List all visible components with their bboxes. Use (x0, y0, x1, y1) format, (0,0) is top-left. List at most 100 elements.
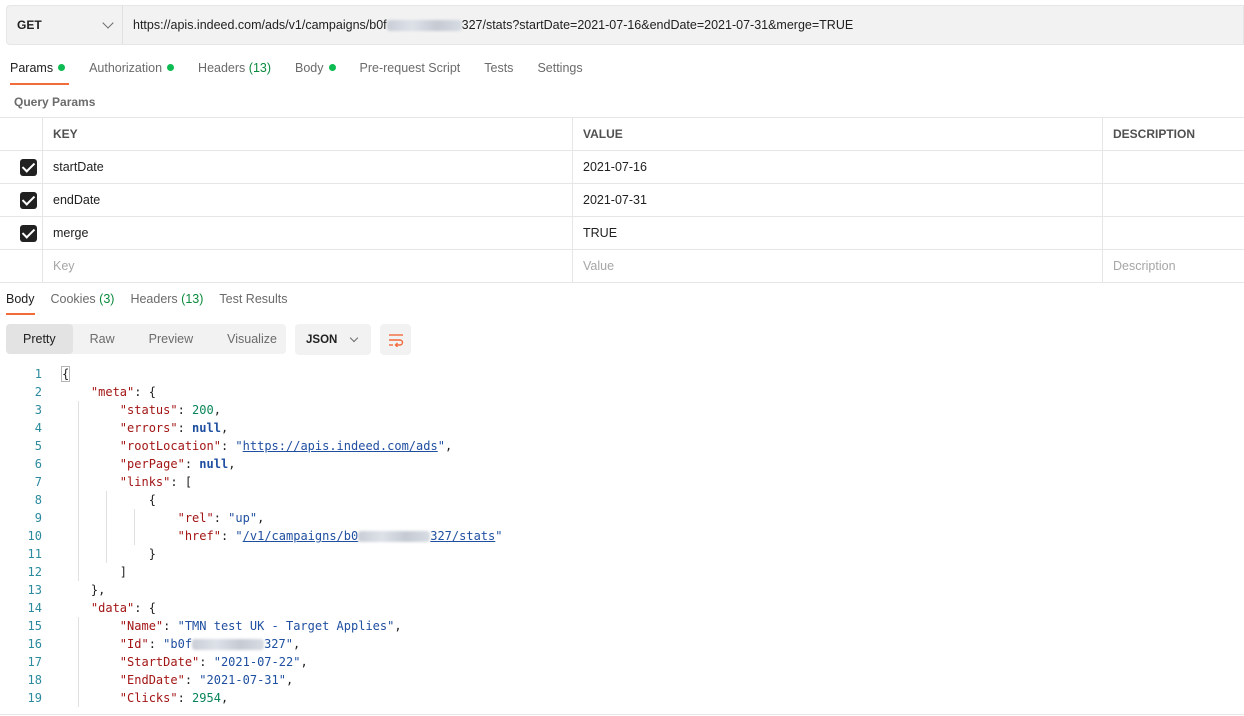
value-placeholder[interactable]: Value (572, 250, 1102, 282)
tab-test-results[interactable]: Test Results (213, 287, 293, 315)
code-text: "errors": null, (42, 419, 228, 437)
line-number: 16 (27, 637, 42, 651)
code-token: , (213, 403, 221, 417)
code-line: 16 "Id": "b0f 327", (0, 635, 1244, 653)
url-input[interactable]: https://apis.indeed.com/ads/v1/campaigns… (122, 5, 1244, 45)
code-line: 1{ (0, 365, 1244, 383)
code-text: "rootLocation": "https://apis.indeed.com… (42, 437, 452, 455)
code-token: "Id" (119, 637, 149, 651)
indent-guide (78, 437, 79, 455)
code-text: "Id": "b0f 327", (42, 635, 300, 653)
indent-guide (106, 545, 107, 563)
tab-label: Headers (130, 292, 178, 306)
divider (0, 714, 1244, 715)
code-token[interactable]: 327/stats (430, 529, 495, 543)
code-token: , (228, 457, 236, 471)
param-value[interactable]: 2021-07-16 (572, 151, 1102, 183)
view-visualize-button[interactable]: Visualize (210, 324, 294, 354)
tab-pre-request-script[interactable]: Pre-request Script (350, 56, 471, 86)
code-line: 6 "perPage": null, (0, 455, 1244, 473)
param-value[interactable]: TRUE (572, 217, 1102, 249)
tab-label: Settings (537, 61, 583, 75)
param-description[interactable] (1102, 184, 1244, 216)
tab-settings[interactable]: Settings (527, 56, 592, 86)
indent-guide (78, 527, 79, 545)
view-preview-button[interactable]: Preview (132, 324, 210, 354)
line-number: 13 (27, 583, 42, 597)
table-header-row: KEY VALUE DESCRIPTION (0, 118, 1244, 151)
tab-params[interactable]: Params (0, 56, 75, 86)
tab-response-body[interactable]: Body (0, 287, 41, 315)
param-key[interactable]: endDate (42, 184, 572, 216)
line-number: 7 (34, 475, 42, 489)
row-checkbox[interactable] (0, 184, 42, 216)
indent-guide (78, 455, 79, 473)
response-body-code[interactable]: 1{2 "meta": {3 "status": 200, 4 "errors":… (0, 365, 1244, 707)
code-token: 200 (192, 403, 214, 417)
param-description[interactable] (1102, 217, 1244, 249)
code-text: "Clicks": 2954, (42, 689, 228, 707)
code-token: 327" (264, 637, 293, 651)
indent-guide (78, 491, 79, 509)
tab-response-headers[interactable]: Headers (13) (124, 287, 209, 315)
tab-authorization[interactable]: Authorization (79, 56, 184, 86)
tab-body[interactable]: Body (285, 56, 346, 86)
code-text: "perPage": null, (42, 455, 235, 473)
indent-guide (106, 527, 107, 545)
line-number: 1 (34, 367, 42, 381)
code-line: 4 "errors": null, (0, 419, 1244, 437)
code-text: "href": "/v1/campaigns/b0 327/stats" (42, 527, 503, 545)
code-token: : (199, 655, 214, 669)
param-value[interactable]: 2021-07-31 (572, 184, 1102, 216)
view-raw-button[interactable]: Raw (73, 324, 132, 354)
key-placeholder[interactable]: Key (42, 250, 572, 282)
line-number: 19 (27, 691, 42, 705)
code-token: : (220, 439, 236, 453)
chevron-down-icon (102, 17, 114, 29)
indent-guide (78, 401, 79, 419)
wrap-lines-button[interactable] (380, 324, 411, 355)
code-line: 12 ] (0, 563, 1244, 581)
status-dot (58, 64, 66, 71)
row-checkbox[interactable] (0, 217, 42, 249)
line-number: 3 (34, 403, 42, 417)
param-key[interactable]: startDate (42, 151, 572, 183)
row-checkbox[interactable] (0, 151, 42, 183)
code-token: "href" (177, 529, 221, 543)
code-token[interactable]: https://apis.indeed.com/ads (243, 439, 438, 453)
line-number: 6 (34, 457, 42, 471)
format-select[interactable]: JSON (295, 324, 371, 355)
tab-cookies[interactable]: Cookies (3) (45, 287, 121, 315)
description-placeholder[interactable]: Description (1102, 250, 1244, 282)
indent-guide (78, 617, 79, 635)
method-select[interactable]: GET (6, 5, 122, 45)
query-params-title: Query Params (14, 95, 96, 109)
view-pretty-button[interactable]: Pretty (6, 324, 73, 354)
code-token: "meta" (90, 385, 135, 399)
param-key[interactable]: merge (42, 217, 572, 249)
code-line: 19 "Clicks": 2954, (0, 689, 1244, 707)
code-token: "up" (228, 511, 258, 525)
param-description[interactable] (1102, 151, 1244, 183)
tab-tests[interactable]: Tests (474, 56, 523, 86)
code-token: 2954 (192, 691, 221, 705)
indent-guide (78, 671, 79, 689)
code-token: : (177, 403, 193, 417)
tab-headers[interactable]: Headers (13) (188, 56, 281, 86)
code-token[interactable]: /v1/campaigns/b0 (243, 529, 359, 543)
code-token: "rel" (177, 511, 214, 525)
code-line: 11 } (0, 545, 1244, 563)
status-dot (167, 64, 175, 71)
code-line: 18 "EndDate": "2021-07-31", (0, 671, 1244, 689)
tab-label: Body (6, 292, 35, 306)
code-token: "rootLocation" (119, 439, 221, 453)
redacted-blur (386, 19, 462, 31)
code-token: "status" (119, 403, 178, 417)
line-number: 14 (27, 601, 42, 615)
tab-count: (3) (99, 292, 115, 306)
indent-guide (78, 419, 79, 437)
code-token: " (235, 529, 243, 543)
